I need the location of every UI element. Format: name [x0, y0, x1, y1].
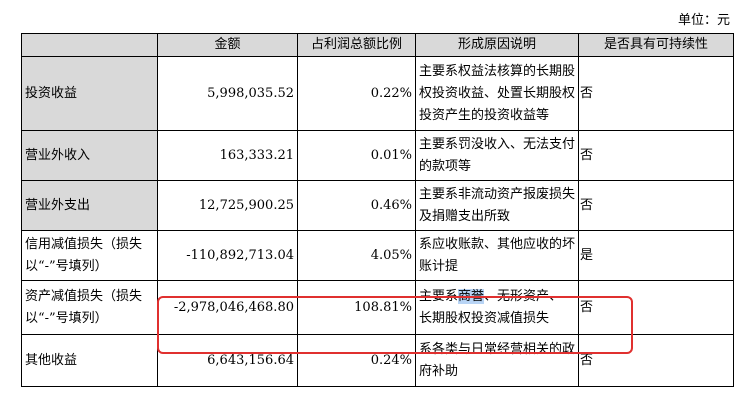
row-ratio: 0.24%: [297, 334, 416, 387]
row-ratio: 0.46%: [297, 180, 416, 231]
row-sustainable: 否: [578, 56, 734, 131]
table-row: 投资收益 5,998,035.52 0.22% 主要系权益法核算的长期股权投资收…: [21, 56, 734, 131]
header-reason: 形成原因说明: [415, 33, 579, 57]
row-item-label: 营业外收入: [21, 130, 158, 181]
row-item-label: 营业外支出: [21, 180, 158, 231]
header-item: [21, 33, 158, 57]
header-ratio: 占利润总额比例: [297, 33, 416, 57]
row-reason: 系应收账款、其他应收的坏账计提: [415, 230, 579, 281]
row-amount: 5,998,035.52: [157, 56, 298, 131]
row-amount: -2,978,046,468.80: [157, 280, 298, 335]
row-sustainable: 否: [578, 280, 734, 335]
reason-text-before: 主要系: [419, 288, 459, 304]
table-row: 营业外收入 163,333.21 0.01% 主要系罚没收入、无法支付的款项等 …: [21, 130, 734, 181]
row-reason: 主要系罚没收入、无法支付的款项等: [415, 130, 579, 181]
row-sustainable: 是: [578, 230, 734, 281]
header-amount: 金额: [157, 33, 298, 57]
table-header-row: 金额 占利润总额比例 形成原因说明 是否具有可持续性: [21, 33, 734, 57]
row-reason: 主要系权益法核算的长期股权投资收益、处置长期股权投资产生的投资收益等: [415, 56, 579, 131]
row-item-label: 信用减值损失（损失以“-”号填列）: [21, 230, 158, 281]
row-reason: 主要系商誉、无形资产、长期股权投资减值损失: [415, 280, 579, 335]
table-row: 营业外支出 12,725,900.25 0.46% 主要系非流动资产报废损失及捐…: [21, 180, 734, 231]
unit-label: 单位：元: [677, 13, 730, 28]
row-item-label: 资产减值损失（损失以“-”号填列）: [21, 280, 158, 335]
row-amount: 6,643,156.64: [157, 334, 298, 387]
table-row: 其他收益 6,643,156.64 0.24% 系各类与日常经营相关的政府补助 …: [21, 334, 734, 387]
non-recurring-items-table: 金额 占利润总额比例 形成原因说明 是否具有可持续性 投资收益 5,998,03…: [21, 33, 734, 387]
row-sustainable: 否: [578, 180, 734, 231]
table-row: 资产减值损失（损失以“-”号填列） -2,978,046,468.80 108.…: [21, 280, 734, 335]
row-ratio: 0.01%: [297, 130, 416, 181]
row-ratio: 4.05%: [297, 230, 416, 281]
row-sustainable: 否: [578, 334, 734, 387]
row-sustainable: 否: [578, 130, 734, 181]
header-sustainable: 是否具有可持续性: [578, 33, 734, 57]
row-amount: 12,725,900.25: [157, 180, 298, 231]
row-item-label: 其他收益: [21, 334, 158, 387]
table-row: 信用减值损失（损失以“-”号填列） -110,892,713.04 4.05% …: [21, 230, 734, 281]
row-amount: 163,333.21: [157, 130, 298, 181]
row-item-label: 投资收益: [21, 56, 158, 131]
row-ratio: 0.22%: [297, 56, 416, 131]
row-amount: -110,892,713.04: [157, 230, 298, 281]
row-reason: 主要系非流动资产报废损失及捐赠支出所致: [415, 180, 579, 231]
row-reason: 系各类与日常经营相关的政府补助: [415, 334, 579, 387]
row-ratio: 108.81%: [297, 280, 416, 335]
selected-text[interactable]: 商誉: [458, 288, 485, 304]
